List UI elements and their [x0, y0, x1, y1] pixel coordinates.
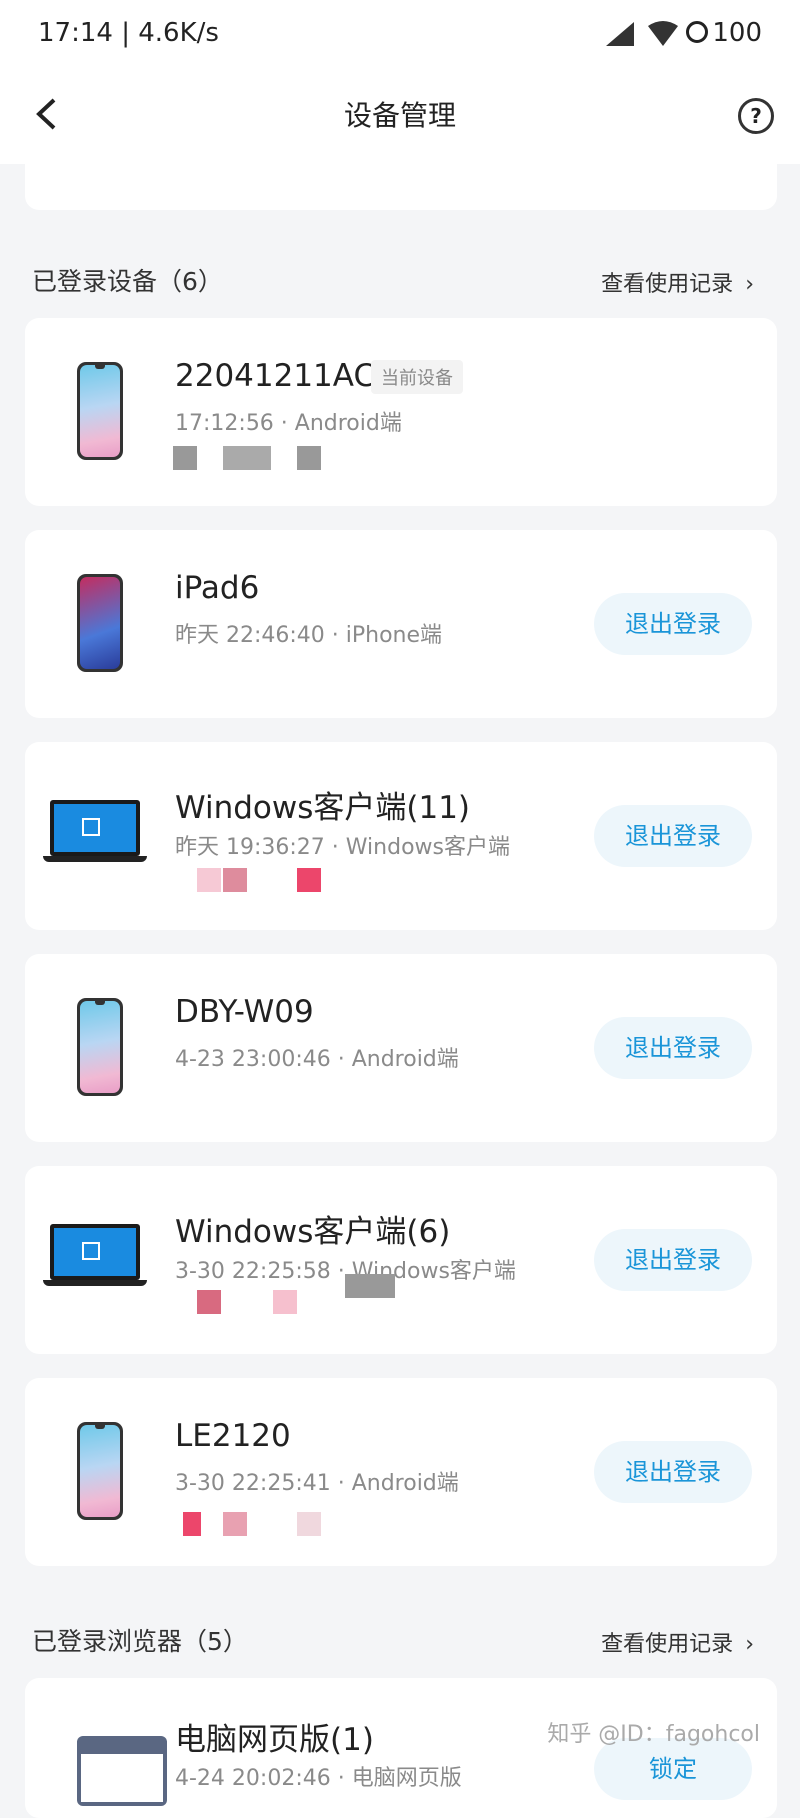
iphone-icon — [77, 574, 123, 672]
redacted-block — [297, 1512, 321, 1536]
laptop-base — [43, 856, 147, 862]
device-name: iPad6 — [175, 570, 260, 606]
section-title-devices: 已登录设备（6） — [32, 267, 223, 296]
device-last-login: 4-23 23:00:46 · Android端 — [175, 1047, 459, 1072]
logout-button[interactable]: 退出登录 — [594, 593, 752, 655]
redacted-block — [223, 868, 247, 892]
redacted-block — [297, 446, 321, 470]
phone-icon — [77, 998, 123, 1096]
device-name: Windows客户端(11) — [175, 790, 471, 826]
title-bar: 设备管理 ? — [0, 68, 800, 164]
view-records-label: 查看使用记录 — [601, 272, 734, 297]
logout-button[interactable]: 退出登录 — [594, 805, 752, 867]
device-name: LE2120 — [175, 1418, 291, 1454]
device-name: 22041211AC — [175, 358, 376, 394]
redacted-block — [197, 868, 221, 892]
chevron-right-icon: › — [745, 1632, 754, 1657]
browser-icon — [77, 1736, 167, 1806]
laptop-icon — [50, 800, 140, 856]
phone-icon — [77, 1422, 123, 1520]
help-icon[interactable]: ? — [738, 98, 774, 134]
device-last-login: 17:12:56 · Android端 — [175, 411, 402, 436]
logout-button[interactable]: 退出登录 — [594, 1441, 752, 1503]
redacted-block — [223, 1512, 247, 1536]
phone-icon — [77, 362, 123, 460]
laptop-base — [43, 1280, 147, 1286]
redacted-block — [345, 1274, 395, 1298]
device-last-login: 昨天 22:46:40 · iPhone端 — [175, 623, 443, 648]
device-last-login: 3-30 22:25:41 · Android端 — [175, 1471, 459, 1496]
signal-icon — [606, 22, 634, 46]
page-title: 设备管理 — [343, 99, 456, 132]
redacted-block — [173, 446, 197, 470]
status-bar: 17:14 | 4.6K/s 100 — [0, 0, 800, 68]
redacted-block — [273, 1290, 297, 1314]
device-card: iPad6 昨天 22:46:40 · iPhone端 退出登录 — [25, 530, 777, 718]
device-name: Windows客户端(6) — [175, 1214, 451, 1250]
device-card: DBY-W09 4-23 23:00:46 · Android端 退出登录 — [25, 954, 777, 1142]
device-card: Windows客户端(11) 昨天 19:36:27 · Windows客户端 … — [25, 742, 777, 930]
top-card — [25, 162, 777, 210]
watermark: 知乎 @ID：fagohcol — [547, 1722, 760, 1747]
device-last-login: 昨天 19:36:27 · Windows客户端 — [175, 835, 510, 860]
current-device-badge: 当前设备 — [371, 360, 463, 394]
browser-card: 电脑网页版(1) 4-24 20:02:46 · 电脑网页版 锁定 — [25, 1678, 777, 1818]
view-records-link-devices[interactable]: 查看使用记录 › — [601, 266, 754, 298]
device-card: Windows客户端(6) 3-30 22:25:58 · Windows客户端… — [25, 1166, 777, 1354]
view-records-label: 查看使用记录 — [601, 1632, 734, 1657]
device-card: 22041211AC 当前设备 17:12:56 · Android端 — [25, 318, 777, 506]
device-card: LE2120 3-30 22:25:41 · Android端 退出登录 — [25, 1378, 777, 1566]
battery-level: 100 — [712, 18, 762, 48]
redacted-block — [297, 868, 321, 892]
battery-icon — [686, 21, 709, 43]
logout-button[interactable]: 退出登录 — [594, 1229, 752, 1291]
wifi-icon — [648, 21, 678, 46]
redacted-block — [223, 446, 271, 470]
status-time-speed: 17:14 | 4.6K/s — [38, 18, 219, 48]
device-name: DBY-W09 — [175, 994, 314, 1030]
browser-name: 电脑网页版(1) — [175, 1722, 374, 1758]
view-records-link-browsers[interactable]: 查看使用记录 › — [601, 1626, 754, 1658]
redacted-block — [197, 1290, 221, 1314]
chevron-right-icon: › — [745, 272, 754, 297]
redacted-block — [183, 1512, 201, 1536]
browser-last-login: 4-24 20:02:46 · 电脑网页版 — [175, 1766, 462, 1791]
logout-button[interactable]: 退出登录 — [594, 1017, 752, 1079]
battery-indicator: 100 — [686, 18, 762, 48]
laptop-icon — [50, 1224, 140, 1280]
section-title-browsers: 已登录浏览器（5） — [32, 1627, 248, 1656]
